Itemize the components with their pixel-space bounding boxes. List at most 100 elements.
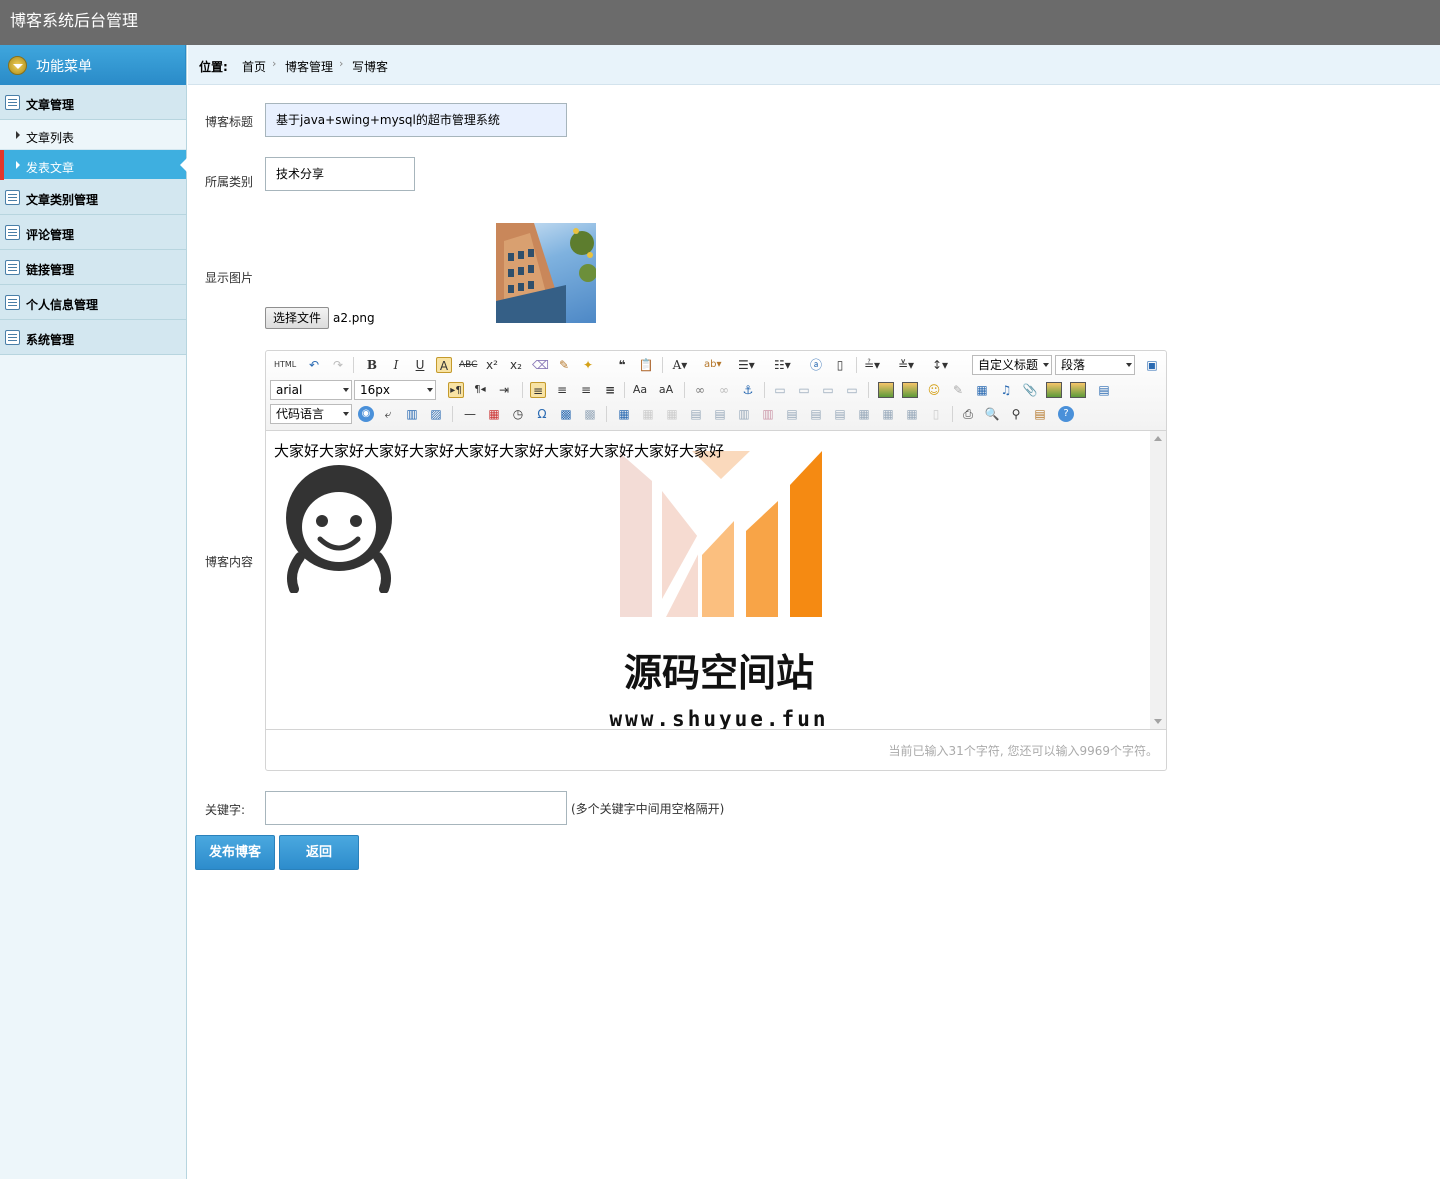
line-height-icon[interactable]: ↕▾ [932,357,948,373]
sidebar-group-category[interactable]: 文章类别管理 [0,180,186,215]
help-icon[interactable]: ? [1058,406,1074,422]
music-icon[interactable]: ♫ [998,382,1014,398]
image-center-icon[interactable]: ▭ [844,382,860,398]
strikethrough-icon[interactable]: ABC [459,357,477,373]
scrawl-icon[interactable]: ✎ [950,382,966,398]
font-border-icon[interactable]: A [436,357,452,373]
editor-scrollbar[interactable] [1150,431,1166,729]
keywords-input[interactable] [265,791,567,825]
code-language-select[interactable]: 代码语言 [270,404,352,424]
italic-icon[interactable]: I [388,357,404,373]
align-left-icon[interactable]: ≡ [530,382,546,398]
eraser-icon[interactable]: ⌫ [532,357,549,373]
to-uppercase-icon[interactable]: Aa [632,382,648,398]
date-icon[interactable]: ▦ [486,406,502,422]
fullscreen-icon[interactable]: ▣ [1144,357,1160,373]
sidebar-item-publish-article[interactable]: 发表文章 [0,150,187,180]
breadcrumb-home[interactable]: 首页 [242,58,266,75]
sidebar-group-comments[interactable]: 评论管理 [0,215,186,250]
font-family-select[interactable]: arial [270,380,352,400]
insert-table-icon[interactable]: ▦ [616,406,632,422]
background-icon[interactable]: ▨ [428,406,444,422]
insert-video-icon[interactable]: ▦ [974,382,990,398]
superscript-icon[interactable]: x² [484,357,500,373]
html-source-button[interactable]: HTML [274,357,296,373]
ordered-list-icon[interactable]: ☰▾ [738,357,755,373]
image-right-icon[interactable]: ▭ [820,382,836,398]
simple-upload-icon[interactable] [878,382,894,398]
underline-icon[interactable]: U [412,357,428,373]
sidebar-menu-header[interactable]: 功能菜单 [0,45,186,85]
row-spacing-bottom-icon[interactable]: ≚▾ [898,357,914,373]
search-replace-icon[interactable]: ⚲ [1008,406,1024,422]
preview-icon[interactable]: 🔍 [984,406,1000,422]
background-color-icon[interactable]: ab▾ [704,357,722,373]
horizontal-rule-icon[interactable]: — [462,406,478,422]
insert-row-icon[interactable]: ▤ [688,406,704,422]
title-input[interactable]: 基于java+swing+mysql的超市管理系统 [265,103,567,137]
unordered-list-icon[interactable]: ☷▾ [774,357,791,373]
insert-col-icon[interactable]: ▥ [736,406,752,422]
align-right-icon[interactable]: ≡ [578,382,594,398]
delete-row-icon[interactable]: ▤ [712,406,728,422]
row-spacing-top-icon[interactable]: ≟▾ [864,357,880,373]
page-break-icon[interactable]: ⤶ [380,406,396,422]
sidebar-group-article[interactable]: 文章管理 [0,85,186,120]
merge-cells-icon[interactable]: ▤ [784,406,800,422]
auto-format-icon[interactable]: ✦ [580,357,596,373]
align-center-icon[interactable]: ≡ [554,382,570,398]
gmap-icon[interactable] [1070,382,1086,398]
back-button[interactable]: 返回 [279,835,359,870]
custom-title-select[interactable]: 自定义标题 [972,355,1052,375]
insert-frame-icon[interactable]: ▤ [1096,382,1112,398]
attachment-icon[interactable]: 📎 [1022,382,1038,398]
scroll-up-icon[interactable] [1154,436,1162,441]
insert-paragraph-before-table-icon[interactable]: ▦ [664,406,680,422]
editor-content[interactable]: 源码空间站 www.shuyue.fun 大家好大家好大家好大家好大家好大家好大… [266,431,1150,729]
bold-icon[interactable]: B [364,357,380,373]
drafts-icon[interactable]: ▤ [1032,406,1048,422]
select-all-icon[interactable]: ⓐ [808,357,824,373]
blockquote-icon[interactable]: ❝ [614,357,630,373]
redo-icon[interactable]: ↷ [330,357,346,373]
chart-icon[interactable]: ▯ [928,406,944,422]
sidebar-item-article-list[interactable]: 文章列表 [0,120,186,150]
format-brush-icon[interactable]: ✎ [556,357,572,373]
image-left-icon[interactable]: ▭ [796,382,812,398]
sidebar-group-links[interactable]: 链接管理 [0,250,186,285]
web-app-icon[interactable]: ◉ [358,406,374,422]
publish-button[interactable]: 发布博客 [195,835,275,870]
to-lowercase-icon[interactable]: aA [658,382,674,398]
unlink-icon[interactable]: ∞ [716,382,732,398]
subscript-icon[interactable]: x₂ [508,357,524,373]
undo-icon[interactable]: ↶ [306,357,322,373]
split-to-cells-icon[interactable]: ▦ [856,406,872,422]
print-icon[interactable]: ⎙ [960,406,976,422]
special-char-icon[interactable]: Ω [534,406,550,422]
anchor-icon[interactable]: ⚓ [740,382,756,398]
rtl-icon[interactable]: ¶◂ [472,382,488,398]
paragraph-select[interactable]: 段落 [1055,355,1135,375]
scroll-down-icon[interactable] [1154,719,1162,724]
ltr-icon[interactable]: ▸¶ [448,382,464,398]
split-to-rows-icon[interactable]: ▦ [880,406,896,422]
choose-file-button[interactable]: 选择文件 [265,307,329,329]
template-icon[interactable]: ▥ [404,406,420,422]
font-size-select[interactable]: 16px [354,380,436,400]
emotion-icon[interactable]: ☺ [926,382,942,398]
font-color-icon[interactable]: A▾ [672,357,688,373]
wordimage-icon[interactable]: ▩ [558,406,574,422]
breadcrumb-blog-manage[interactable]: 博客管理 [285,58,333,75]
indent-icon[interactable]: ⇥ [496,382,512,398]
merge-right-icon[interactable]: ▤ [808,406,824,422]
category-select[interactable]: 技术分享 [265,157,415,191]
delete-table-icon[interactable]: ▦ [640,406,656,422]
map-icon[interactable] [1046,382,1062,398]
align-justify-icon[interactable]: ≡ [602,382,618,398]
image-none-icon[interactable]: ▭ [772,382,788,398]
clear-doc-icon[interactable]: ▯ [832,357,848,373]
sidebar-group-profile[interactable]: 个人信息管理 [0,285,186,320]
split-to-cols-icon[interactable]: ▦ [904,406,920,422]
snapscreen-icon[interactable]: ▩ [582,406,598,422]
paste-plain-icon[interactable]: 📋 [638,357,654,373]
